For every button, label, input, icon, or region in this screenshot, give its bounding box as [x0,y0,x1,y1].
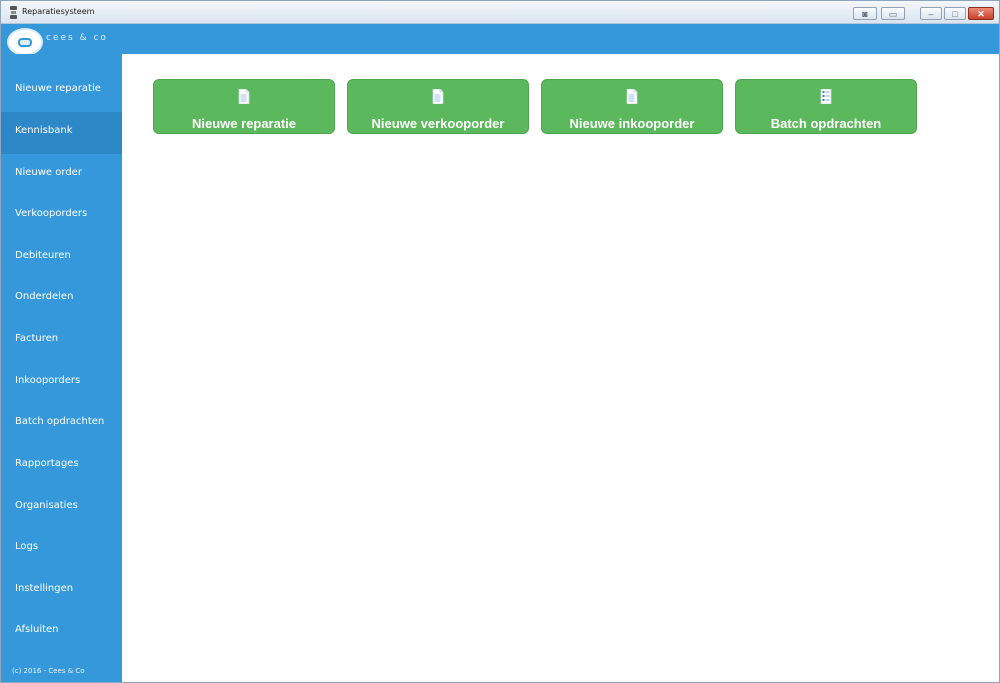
tile-nieuwe-verkooporder[interactable]: Nieuwe verkooporder [347,79,529,134]
tile-label: Nieuwe reparatie [191,116,297,131]
sidebar-item-inkooporders[interactable]: Inkooporders [1,362,122,404]
app-header: cees & co [1,24,999,56]
close-button[interactable]: ✕ [968,7,994,20]
logo [7,28,43,56]
sidebar-item-rapportages[interactable]: Rapportages [1,445,122,487]
sidebar-item-label: Inkooporders [15,375,81,386]
copyright-text: (c) 2016 - Cees & Co [12,667,85,675]
sidebar-item-label: Debiteuren [15,250,71,261]
document-icon [626,89,638,104]
tile-batch-opdrachten[interactable]: Batch opdrachten [735,79,917,134]
tile-nieuwe-inkooporder[interactable]: Nieuwe inkooporder [541,79,723,134]
camera-button[interactable]: ◙ [853,7,877,20]
main-content: Nieuwe reparatie Nieuwe verkooporder Nie… [122,54,999,682]
sidebar-item-label: Verkooporders [15,208,88,219]
title-bar: Reparatiesysteem ◙ ▭ – □ ✕ [1,1,999,24]
tile-label: Batch opdrachten [770,116,882,131]
sidebar-item-label: Afsluiten [15,624,59,635]
tile-label: Nieuwe verkooporder [371,116,505,131]
tile-nieuwe-reparatie[interactable]: Nieuwe reparatie [153,79,335,134]
sidebar-item-onderdelen[interactable]: Onderdelen [1,278,122,320]
tile-label: Nieuwe inkooporder [569,116,695,131]
sidebar-item-debiteuren[interactable]: Debiteuren [1,237,122,279]
sidebar-item-label: Nieuwe reparatie [15,83,101,94]
sidebar-item-verkooporders[interactable]: Verkooporders [1,195,122,237]
sidebar-item-label: Kennisbank [15,125,73,136]
sidebar-item-organisaties[interactable]: Organisaties [1,487,122,529]
sidebar-item-nieuwe-order[interactable]: Nieuwe order [1,154,122,196]
logo-mark-icon [18,38,32,47]
camera-icon: ◙ [862,9,868,19]
minimize-icon: – [928,9,934,19]
sidebar-item-instellingen[interactable]: Instellingen [1,570,122,612]
sidebar-item-label: Organisaties [15,500,78,511]
sidebar-item-kennisbank[interactable]: Kennisbank [1,112,122,154]
sidebar-item-nieuwe-reparatie[interactable]: Nieuwe reparatie [1,70,122,112]
sidebar-item-label: Rapportages [15,458,79,469]
close-icon: ✕ [977,9,985,19]
maximize-icon: □ [952,9,958,19]
checklist-icon [820,89,832,104]
window-title: Reparatiesysteem [22,7,95,16]
maximize-button[interactable]: □ [944,7,966,20]
sidebar-item-label: Instellingen [15,583,74,594]
sidebar-item-logs[interactable]: Logs [1,528,122,570]
keyboard-button[interactable]: ▭ [881,7,905,20]
document-icon [432,89,444,104]
keyboard-icon: ▭ [888,9,898,19]
sidebar-item-batch-opdrachten[interactable]: Batch opdrachten [1,403,122,445]
minimize-button[interactable]: – [920,7,942,20]
logo-text: cees & co [46,33,108,43]
app-icon [10,6,17,19]
application-window: Reparatiesysteem ◙ ▭ – □ ✕ cees & co Nie… [0,0,1000,683]
sidebar-item-afsluiten[interactable]: Afsluiten [1,611,122,653]
sidebar-item-facturen[interactable]: Facturen [1,320,122,362]
sidebar-item-label: Onderdelen [15,291,74,302]
sidebar-item-label: Nieuwe order [15,167,82,178]
sidebar-item-label: Facturen [15,333,59,344]
sidebar-item-label: Batch opdrachten [15,416,105,427]
sidebar-item-label: Logs [15,541,39,552]
document-icon [238,89,250,104]
sidebar: Nieuwe reparatie Kennisbank Nieuwe order… [1,54,122,682]
